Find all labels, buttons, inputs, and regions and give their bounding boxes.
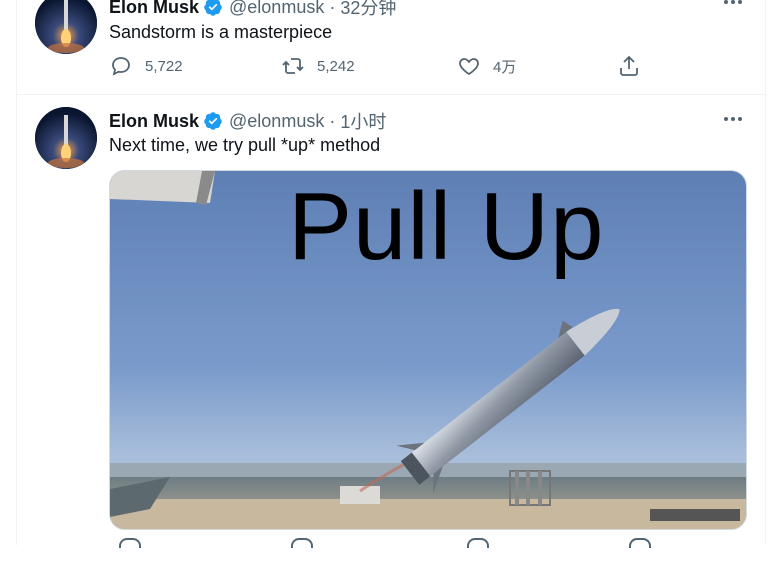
more-options-icon[interactable] [721, 0, 745, 14]
like-count: 4万 [493, 58, 517, 76]
tweet-card[interactable]: Elon Musk @elonmusk · 1小时 Next time, we … [17, 93, 765, 563]
tweet-header: Elon Musk @elonmusk · 1小时 [109, 108, 386, 134]
author-handle[interactable]: @elonmusk [229, 0, 324, 18]
author-avatar[interactable] [35, 0, 97, 54]
tweet-timestamp[interactable]: 1小时 [340, 108, 386, 134]
share-icon[interactable] [629, 538, 651, 548]
heart-icon [459, 58, 479, 76]
heart-icon[interactable] [467, 538, 489, 548]
author-handle[interactable]: @elonmusk [229, 111, 324, 132]
reply-icon[interactable] [119, 538, 141, 548]
share-button[interactable] [617, 54, 653, 78]
author-name[interactable]: Elon Musk [109, 111, 199, 132]
retweet-icon[interactable] [291, 538, 313, 548]
retweet-icon [282, 58, 304, 74]
tweet-text: Next time, we try pull *up* method [109, 135, 381, 155]
author-avatar[interactable] [35, 107, 97, 169]
media-caption-text: Pull Up [288, 173, 605, 280]
tweet-header: Elon Musk @elonmusk · 32分钟 [109, 0, 396, 20]
reply-icon [112, 57, 130, 76]
retweet-button[interactable]: 5,242 [281, 54, 355, 78]
author-name[interactable]: Elon Musk [109, 0, 199, 18]
share-icon [620, 55, 638, 76]
more-options-icon[interactable] [721, 107, 745, 131]
verified-badge-icon [204, 0, 222, 16]
tweet-media-image[interactable]: Pull Up [109, 170, 747, 530]
retweet-count: 5,242 [317, 57, 355, 75]
timeline-feed: Elon Musk @elonmusk · 32分钟 Sandstorm is … [16, 0, 766, 548]
like-button[interactable]: 4万 [457, 54, 516, 78]
tweet-card[interactable]: Elon Musk @elonmusk · 32分钟 Sandstorm is … [17, 0, 765, 95]
reply-button[interactable]: 5,722 [109, 54, 183, 78]
tweet-actions: 5,722 5,242 4万 [109, 54, 669, 84]
tweet-actions-cutoff [109, 538, 669, 558]
verified-badge-icon [204, 112, 222, 130]
tweet-timestamp[interactable]: 32分钟 [340, 0, 396, 20]
tweet-text: Sandstorm is a masterpiece [109, 22, 333, 42]
reply-count: 5,722 [145, 57, 183, 75]
separator-dot: · [329, 110, 336, 131]
separator-dot: · [329, 0, 336, 17]
